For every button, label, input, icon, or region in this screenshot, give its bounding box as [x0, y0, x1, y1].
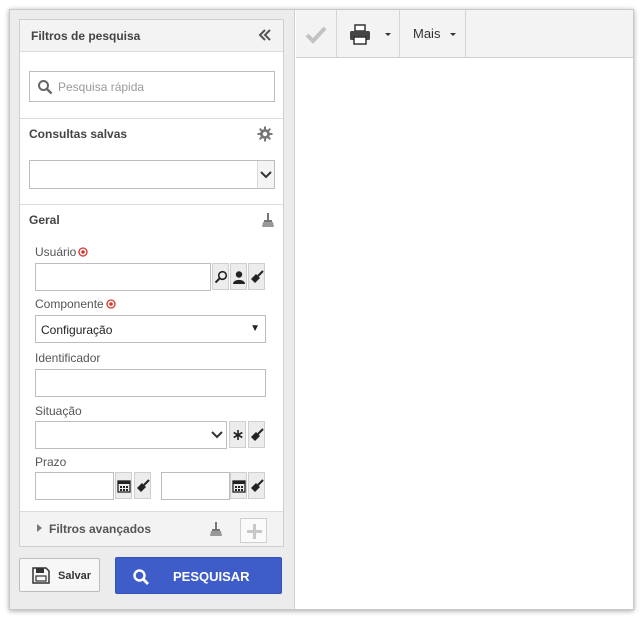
add-filter-button[interactable] [240, 518, 267, 543]
required-icon [106, 298, 116, 309]
app-window: Filtros de pesquisa Consultas salvas [9, 9, 634, 610]
user-label: Usuário [35, 245, 89, 259]
divider [20, 204, 283, 205]
chevron-down-icon[interactable] [257, 161, 274, 188]
more-label: Mais [413, 26, 441, 41]
search-button[interactable]: PESQUISAR [115, 557, 282, 594]
component-label: Componente [35, 297, 116, 311]
save-label: Salvar [58, 570, 92, 582]
user-current-button[interactable] [230, 263, 247, 290]
filter-panel: Filtros de pesquisa Consultas salvas [10, 10, 295, 609]
save-button[interactable]: Salvar [19, 558, 100, 592]
collapse-panel-icon[interactable] [257, 27, 273, 43]
quick-search-field[interactable] [29, 71, 275, 102]
quick-search-input[interactable] [58, 72, 270, 101]
results-toolbar: Mais [296, 10, 633, 58]
identifier-input[interactable] [35, 369, 266, 397]
status-all-button[interactable] [229, 421, 246, 448]
print-button[interactable] [337, 10, 400, 58]
saved-queries-title: Consultas salvas [29, 127, 128, 141]
deadline-to-clear-button[interactable] [248, 472, 265, 499]
deadline-from-calendar-button[interactable] [115, 472, 132, 499]
chevron-down-icon[interactable] [385, 33, 391, 36]
more-menu-button[interactable]: Mais [400, 10, 466, 58]
clear-advanced-icon[interactable] [209, 521, 223, 537]
search-icon [37, 79, 53, 95]
confirm-button[interactable] [296, 10, 337, 58]
status-label: Situação [35, 404, 82, 418]
deadline-label: Prazo [35, 455, 67, 469]
status-select[interactable] [35, 421, 227, 449]
advanced-filters-bar[interactable]: Filtros avançados [20, 511, 283, 546]
user-lookup-button[interactable] [212, 263, 229, 290]
plus-icon [247, 524, 262, 539]
component-value: Configuração [41, 323, 113, 337]
deadline-from-clear-button[interactable] [134, 472, 151, 499]
deadline-from-input[interactable] [35, 472, 114, 500]
gear-icon[interactable] [257, 126, 273, 142]
required-icon [78, 246, 89, 257]
filter-box: Filtros de pesquisa Consultas salvas [19, 19, 284, 547]
deadline-to-calendar-button[interactable] [230, 472, 247, 499]
user-label-text: Usuário [35, 245, 77, 259]
chevron-down-icon [450, 33, 456, 36]
advanced-filters-label[interactable]: Filtros avançados [49, 522, 151, 536]
deadline-to-input[interactable] [161, 472, 230, 500]
divider [20, 118, 283, 119]
component-select[interactable]: Configuração ▼ [35, 315, 266, 343]
user-clear-button[interactable] [248, 263, 265, 290]
clear-section-icon[interactable] [261, 212, 275, 228]
saved-query-select[interactable] [29, 160, 275, 189]
check-icon [305, 26, 327, 44]
printer-icon [350, 24, 370, 45]
status-clear-button[interactable] [248, 421, 265, 448]
search-icon [133, 569, 149, 585]
general-section-title: Geral [29, 213, 60, 227]
search-label: PESQUISAR [173, 569, 250, 584]
user-input[interactable] [35, 263, 211, 291]
save-icon [32, 567, 50, 584]
chevron-down-icon[interactable] [209, 422, 225, 451]
component-label-text: Componente [35, 297, 104, 311]
expand-arrow-icon [37, 524, 42, 532]
filter-header: Filtros de pesquisa [20, 20, 283, 52]
filter-title: Filtros de pesquisa [31, 29, 141, 43]
identifier-label: Identificador [35, 351, 101, 365]
dropdown-arrow-icon: ▼ [250, 323, 260, 334]
